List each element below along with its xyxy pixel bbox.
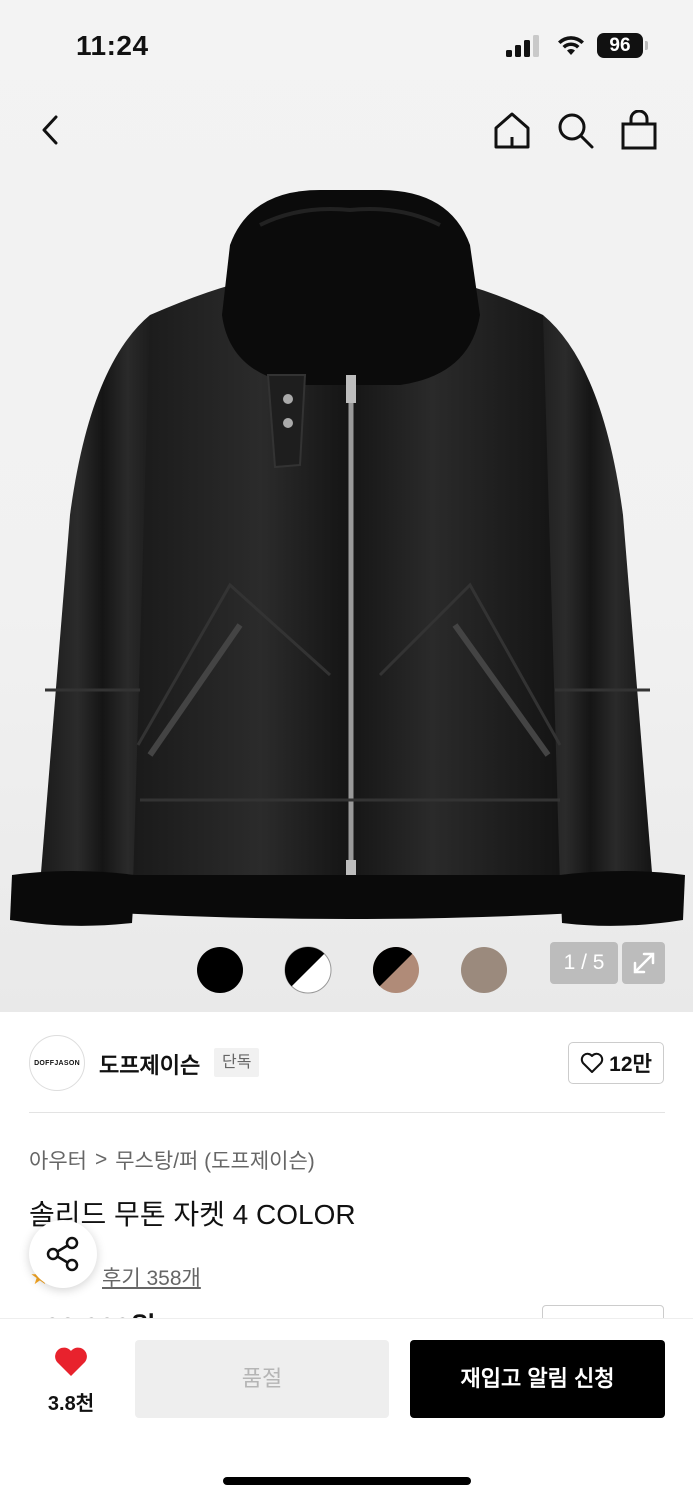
share-button[interactable]	[29, 1220, 97, 1288]
battery-indicator: 96	[597, 33, 643, 58]
signal-icon	[506, 35, 539, 57]
brand-like-button[interactable]: 12만	[568, 1042, 664, 1084]
divider	[29, 1112, 665, 1113]
restock-alert-button[interactable]: 재입고 알림 신청	[410, 1340, 665, 1418]
breadcrumb-subcategory[interactable]: 무스탕/퍼 (도프제이슨)	[115, 1145, 315, 1175]
product-photo-jacket	[10, 190, 685, 926]
expand-icon	[633, 952, 654, 974]
color-swatch-black[interactable]	[196, 946, 244, 994]
breadcrumb: 아우터 > 무스탕/퍼 (도프제이슨)	[29, 1145, 315, 1175]
cart-button[interactable]	[617, 108, 661, 152]
back-button[interactable]	[28, 108, 72, 152]
breadcrumb-separator: >	[94, 1148, 108, 1171]
share-icon	[46, 1236, 79, 1272]
color-swatch-taupe[interactable]	[460, 946, 508, 994]
home-indicator	[223, 1477, 471, 1485]
color-swatch-black-brown[interactable]	[372, 946, 420, 994]
shopping-bag-icon	[621, 110, 657, 150]
heart-filled-icon	[55, 1347, 87, 1376]
search-button[interactable]	[553, 108, 597, 152]
brand-name[interactable]: 도프제이슨	[99, 1048, 200, 1080]
image-pager: 1 / 5	[550, 942, 618, 984]
brand-logo[interactable]: DOFFJASON	[29, 1035, 85, 1091]
back-icon	[42, 115, 58, 145]
soldout-button: 품절	[135, 1340, 389, 1418]
breadcrumb-category[interactable]: 아우터	[29, 1145, 87, 1175]
review-count-link[interactable]: 후기 358개	[102, 1262, 201, 1292]
color-swatch-black-white[interactable]	[284, 946, 332, 994]
battery-tip	[645, 41, 648, 50]
wifi-icon	[558, 36, 584, 55]
brand-like-count: 12만	[609, 1053, 652, 1076]
expand-image-button[interactable]	[622, 942, 665, 984]
wishlist-button[interactable]: 3.8천	[38, 1346, 104, 1416]
exclusive-badge: 단독	[214, 1048, 260, 1077]
home-button[interactable]	[490, 108, 534, 152]
status-time: 11:24	[76, 30, 149, 61]
search-icon	[558, 113, 594, 149]
home-icon	[494, 112, 530, 149]
heart-outline-icon	[580, 1052, 604, 1073]
wishlist-count: 3.8천	[47, 1393, 95, 1415]
